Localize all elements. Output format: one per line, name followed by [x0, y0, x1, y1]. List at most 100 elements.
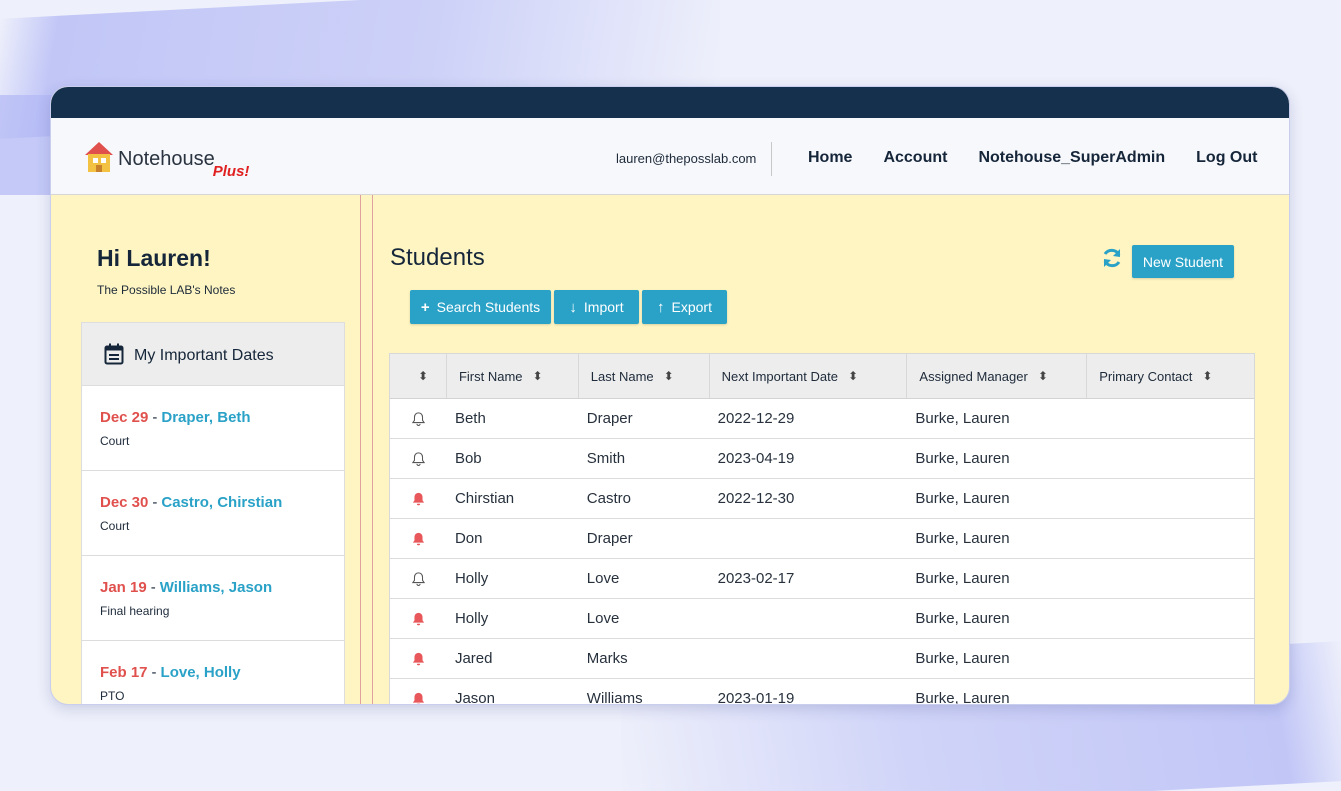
- date-label: Dec 29: [100, 409, 149, 426]
- brand-suffix: Plus!: [212, 163, 250, 180]
- org-subtitle: The Possible LAB's Notes: [97, 283, 236, 297]
- top-navbar: Notehouse Plus! lauren@theposslab.com Ho…: [51, 118, 1289, 195]
- date-note: Final hearing: [100, 604, 170, 618]
- sort-icon: ⬍: [1037, 369, 1048, 383]
- next-date-cell: [710, 639, 908, 678]
- last-name-cell: Castro: [586, 490, 631, 507]
- students-table: ⬍ First Name ⬍ Last Name ⬍ Next Important …: [389, 353, 1255, 705]
- bell-filled-icon: [390, 519, 447, 558]
- manager-cell: Burke, Lauren: [915, 450, 1010, 467]
- contact-cell: [1087, 559, 1254, 598]
- next-date-cell: 2023-02-17: [717, 570, 795, 587]
- greeting: Hi Lauren!: [97, 245, 211, 271]
- table-row[interactable]: Don Draper Burke, Lauren: [390, 519, 1254, 559]
- important-dates-title: My Important Dates: [134, 347, 274, 364]
- bell-filled-icon: [390, 599, 447, 638]
- sort-icon: ⬍: [532, 369, 543, 383]
- sidebar: Hi Lauren! The Possible LAB's Notes My I…: [51, 195, 361, 704]
- next-date-cell: 2022-12-30: [717, 490, 795, 507]
- important-dates-header: My Important Dates: [82, 323, 344, 386]
- table-row[interactable]: Jared Marks Burke, Lauren: [390, 639, 1254, 679]
- alert-column-header[interactable]: ⬍: [390, 354, 447, 398]
- sort-icon: ⬍: [417, 369, 428, 383]
- last-name-cell: Williams: [586, 690, 643, 705]
- student-link[interactable]: Draper, Beth: [161, 409, 250, 426]
- first-name-cell: Holly: [454, 610, 489, 627]
- contact-header[interactable]: Primary Contact ⬍: [1087, 354, 1254, 398]
- contact-cell: [1087, 439, 1254, 478]
- import-button[interactable]: ↓ Import: [554, 290, 639, 324]
- next-date-cell: [710, 519, 908, 558]
- new-student-button[interactable]: New Student: [1132, 245, 1234, 278]
- table-row[interactable]: Chirstian Castro 2022-12-30 Burke, Lauren: [390, 479, 1254, 519]
- table-row[interactable]: Jason Williams 2023-01-19 Burke, Lauren: [390, 679, 1254, 705]
- contact-cell: [1087, 599, 1254, 638]
- calendar-icon: [104, 343, 124, 365]
- important-date-item[interactable]: Dec 29- Draper, Beth Court: [82, 386, 344, 471]
- manager-cell: Burke, Lauren: [915, 610, 1010, 627]
- date-note: PTO: [100, 689, 125, 703]
- next-date-cell: 2022-12-29: [717, 410, 795, 427]
- bell-filled-icon: [390, 639, 447, 678]
- bell-filled-icon: [390, 479, 447, 518]
- nav-home-link[interactable]: Home: [808, 149, 852, 167]
- bell-icon: [390, 399, 447, 438]
- last-name-header[interactable]: Last Name ⬍: [579, 354, 710, 398]
- house-logo-icon: [85, 142, 113, 172]
- nav-account-link[interactable]: Account: [883, 149, 947, 167]
- first-name-header[interactable]: First Name ⬍: [447, 354, 579, 398]
- app-window: Notehouse Plus! lauren@theposslab.com Ho…: [50, 86, 1290, 705]
- manager-cell: Burke, Lauren: [915, 690, 1010, 705]
- important-date-item[interactable]: Feb 17- Love, Holly PTO: [82, 641, 344, 704]
- date-label: Jan 19: [100, 579, 147, 596]
- last-name-cell: Draper: [586, 410, 633, 427]
- arrow-up-icon: ↑: [657, 298, 665, 316]
- first-name-cell: Beth: [454, 410, 486, 427]
- manager-header[interactable]: Assigned Manager ⬍: [907, 354, 1088, 398]
- table-row[interactable]: Holly Love Burke, Lauren: [390, 599, 1254, 639]
- student-link[interactable]: Love, Holly: [161, 664, 241, 681]
- next-date-header[interactable]: Next Important Date ⬍: [710, 354, 908, 398]
- student-link[interactable]: Castro, Chirstian: [161, 494, 282, 511]
- last-name-cell: Smith: [586, 450, 626, 467]
- bell-icon: [390, 439, 447, 478]
- important-date-item[interactable]: Jan 19- Williams, Jason Final hearing: [82, 556, 344, 641]
- first-name-cell: Chirstian: [454, 490, 515, 507]
- next-date-cell: 2023-01-19: [717, 690, 795, 705]
- contact-cell: [1087, 639, 1254, 678]
- table-row[interactable]: Bob Smith 2023-04-19 Burke, Lauren: [390, 439, 1254, 479]
- table-row[interactable]: Holly Love 2023-02-17 Burke, Lauren: [390, 559, 1254, 599]
- last-name-cell: Marks: [586, 650, 628, 667]
- refresh-icon[interactable]: [1101, 247, 1123, 269]
- nav-logout-link[interactable]: Log Out: [1196, 149, 1257, 167]
- last-name-cell: Love: [586, 570, 620, 587]
- date-note: Court: [100, 434, 130, 448]
- search-students-button[interactable]: + Search Students: [410, 290, 551, 324]
- first-name-cell: Bob: [454, 450, 482, 467]
- nav-superadmin-link[interactable]: Notehouse_SuperAdmin: [978, 149, 1165, 167]
- important-date-item[interactable]: Dec 30- Castro, Chirstian Court: [82, 471, 344, 556]
- page-title: Students: [390, 244, 485, 271]
- search-students-label: Search Students: [436, 299, 541, 315]
- brand-logo[interactable]: Notehouse Plus!: [84, 140, 249, 180]
- contact-cell: [1087, 519, 1254, 558]
- table-row[interactable]: Beth Draper 2022-12-29 Burke, Lauren: [390, 399, 1254, 439]
- student-link[interactable]: Williams, Jason: [160, 579, 272, 596]
- contact-cell: [1087, 679, 1254, 704]
- first-name-cell: Jason: [454, 690, 495, 705]
- table-header: ⬍ First Name ⬍ Last Name ⬍ Next Important …: [390, 354, 1254, 399]
- manager-cell: Burke, Lauren: [915, 570, 1010, 587]
- table-body: Beth Draper 2022-12-29 Burke, Lauren Bob Smit…: [390, 399, 1254, 705]
- contact-cell: [1087, 399, 1254, 438]
- next-date-cell: 2023-04-19: [717, 450, 795, 467]
- contact-cell: [1087, 479, 1254, 518]
- date-label: Feb 17: [100, 664, 148, 681]
- export-button[interactable]: ↑ Export: [642, 290, 727, 324]
- sort-icon: ⬍: [1202, 369, 1213, 383]
- manager-cell: Burke, Lauren: [915, 490, 1010, 507]
- user-email: lauren@theposslab.com: [616, 151, 757, 166]
- last-name-cell: Love: [586, 610, 620, 627]
- last-name-cell: Draper: [586, 530, 633, 547]
- date-note: Court: [100, 519, 130, 533]
- first-name-cell: Holly: [454, 570, 489, 587]
